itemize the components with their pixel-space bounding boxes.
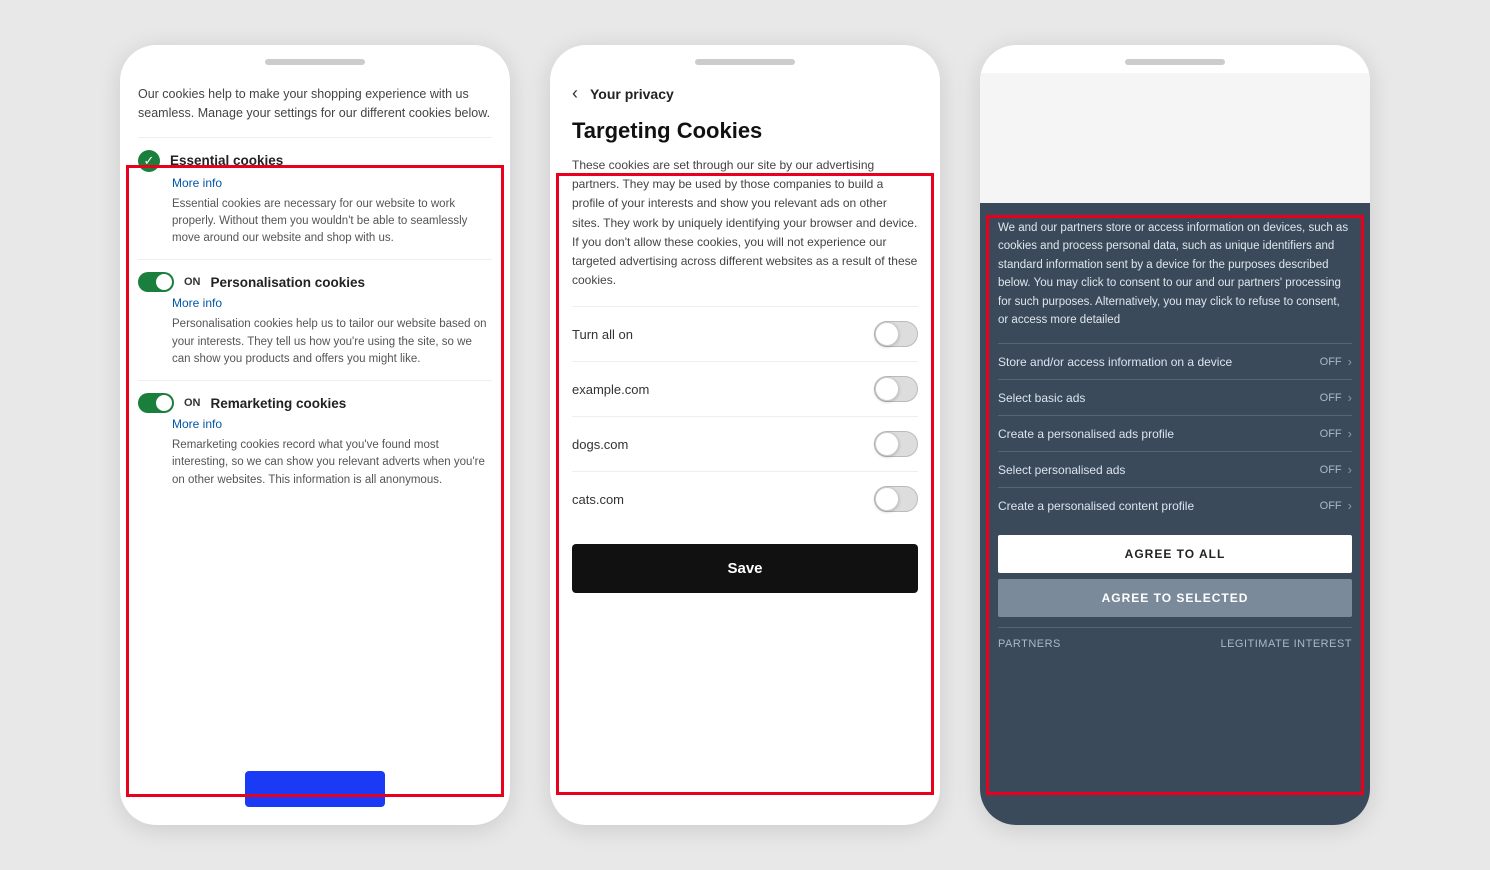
toggle-all-label: Turn all on <box>572 327 633 342</box>
checkmark-icon <box>138 150 160 172</box>
toggle-row-dogs: dogs.com <box>572 416 918 471</box>
phone-screen-3: We and our partners store or access info… <box>980 73 1370 825</box>
legitimate-interest-link[interactable]: LEGITIMATE INTEREST <box>1220 638 1352 650</box>
consent-content-profile-chevron-icon[interactable]: › <box>1348 498 1352 513</box>
consent-personalised-ads-label: Select personalised ads <box>998 463 1320 477</box>
toggle-example-label: example.com <box>572 382 649 397</box>
phone1-content: Our cookies help to make your shopping e… <box>120 73 510 513</box>
personalisation-more-info[interactable]: More info <box>172 296 492 310</box>
phone-1: Our cookies help to make your shopping e… <box>120 45 510 825</box>
phone2-desc: These cookies are set through our site b… <box>572 156 918 290</box>
personalisation-cookies-desc: Personalisation cookies help us to tailo… <box>172 316 492 368</box>
save-button[interactable]: Save <box>572 544 918 593</box>
personalisation-toggle[interactable] <box>138 272 174 292</box>
remarketing-cookies-header: ON Remarketing cookies <box>138 393 492 413</box>
remarketing-cookies-title: Remarketing cookies <box>211 396 347 411</box>
essential-cookies-header: Essential cookies <box>138 150 492 172</box>
agree-selected-button[interactable]: AGREE TO SELECTED <box>998 579 1352 617</box>
consent-basic-ads-chevron-icon[interactable]: › <box>1348 390 1352 405</box>
toggle-cats-label: cats.com <box>572 492 624 507</box>
toggle-dogs-label: dogs.com <box>572 437 628 452</box>
consent-personalised-ads-chevron-icon[interactable]: › <box>1348 462 1352 477</box>
phone3-content: We and our partners store or access info… <box>980 203 1370 825</box>
phone-notch-3 <box>1125 59 1225 65</box>
personalisation-cookies-title: Personalisation cookies <box>211 275 366 290</box>
consent-basic-ads-label: Select basic ads <box>998 391 1320 405</box>
phone2-content: ‹ Your privacy Targeting Cookies These c… <box>550 73 940 603</box>
consent-personalised-ads-value: OFF <box>1320 464 1342 476</box>
consent-content-profile-value: OFF <box>1320 500 1342 512</box>
phone-screen-1: Our cookies help to make your shopping e… <box>120 73 510 825</box>
phone3-footer: PARTNERS LEGITIMATE INTEREST <box>998 627 1352 650</box>
phone2-section-title: Targeting Cookies <box>572 118 918 144</box>
essential-cookies-desc: Essential cookies are necessary for our … <box>172 196 492 248</box>
consent-personalised-profile-label: Create a personalised ads profile <box>998 427 1320 441</box>
consent-content-profile-label: Create a personalised content profile <box>998 499 1320 513</box>
remarketing-cookies-desc: Remarketing cookies record what you've f… <box>172 437 492 489</box>
toggle-row-all: Turn all on <box>572 306 918 361</box>
consent-basic-ads-value: OFF <box>1320 392 1342 404</box>
consent-row-content-profile: Create a personalised content profile OF… <box>998 487 1352 523</box>
back-arrow-icon[interactable]: ‹ <box>572 83 578 104</box>
remarketing-on-label: ON <box>184 397 201 409</box>
phone1-intro-text: Our cookies help to make your shopping e… <box>138 85 492 123</box>
phone-notch-2 <box>695 59 795 65</box>
consent-row-store: Store and/or access information on a dev… <box>998 343 1352 379</box>
phone-2: ‹ Your privacy Targeting Cookies These c… <box>550 45 940 825</box>
consent-personalised-profile-value: OFF <box>1320 428 1342 440</box>
phone1-bottom-bar[interactable] <box>245 771 385 807</box>
personalisation-on-label: ON <box>184 276 201 288</box>
consent-row-personalised-ads: Select personalised ads OFF › <box>998 451 1352 487</box>
consent-row-personalised-profile: Create a personalised ads profile OFF › <box>998 415 1352 451</box>
consent-personalised-profile-chevron-icon[interactable]: › <box>1348 426 1352 441</box>
partners-link[interactable]: PARTNERS <box>998 638 1061 650</box>
phone-3: We and our partners store or access info… <box>980 45 1370 825</box>
phone-screen-2: ‹ Your privacy Targeting Cookies These c… <box>550 73 940 825</box>
essential-cookies-title: Essential cookies <box>170 153 283 168</box>
remarketing-more-info[interactable]: More info <box>172 417 492 431</box>
personalisation-cookies-section: ON Personalisation cookies More info Per… <box>138 259 492 380</box>
phone-notch-1 <box>265 59 365 65</box>
toggle-row-example: example.com <box>572 361 918 416</box>
toggle-dogs-switch[interactable] <box>874 431 918 457</box>
essential-more-info[interactable]: More info <box>172 176 492 190</box>
consent-row-basic-ads: Select basic ads OFF › <box>998 379 1352 415</box>
toggle-example-switch[interactable] <box>874 376 918 402</box>
consent-store-label: Store and/or access information on a dev… <box>998 355 1320 369</box>
remarketing-cookies-section: ON Remarketing cookies More info Remarke… <box>138 380 492 501</box>
toggle-all-switch[interactable] <box>874 321 918 347</box>
personalisation-cookies-header: ON Personalisation cookies <box>138 272 492 292</box>
toggle-row-cats: cats.com <box>572 471 918 526</box>
agree-all-button[interactable]: AGREE TO ALL <box>998 535 1352 573</box>
toggle-cats-switch[interactable] <box>874 486 918 512</box>
phone2-nav: ‹ Your privacy <box>572 83 918 104</box>
remarketing-toggle[interactable] <box>138 393 174 413</box>
consent-store-chevron-icon[interactable]: › <box>1348 354 1352 369</box>
phone2-nav-title: Your privacy <box>590 86 674 102</box>
consent-store-value: OFF <box>1320 356 1342 368</box>
phone3-desc: We and our partners store or access info… <box>998 219 1352 329</box>
essential-cookies-section: Essential cookies More info Essential co… <box>138 137 492 260</box>
